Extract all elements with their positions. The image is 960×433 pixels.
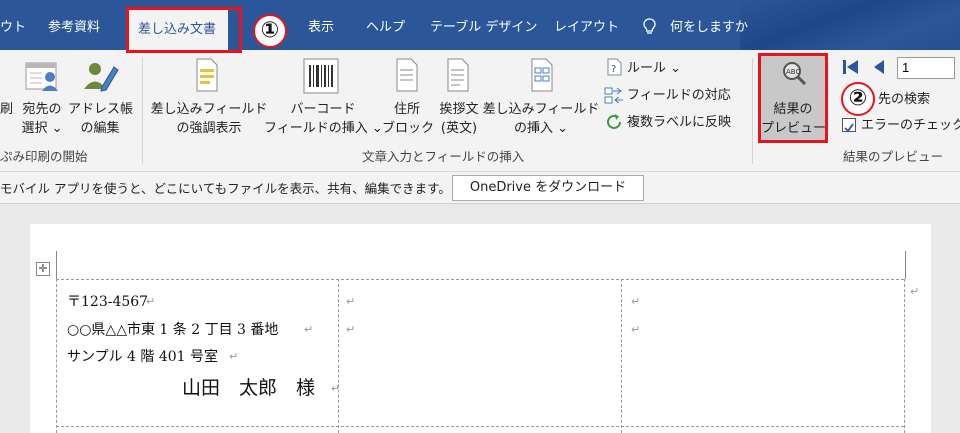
paragraph-mark: ↵ xyxy=(346,295,356,308)
highlight-merge-fields-button[interactable]: 差し込みフィールド xyxy=(150,100,268,119)
paragraph-mark: ↵ xyxy=(229,350,239,363)
greeting-line-button[interactable]: 挨拶文 xyxy=(432,100,486,119)
svg-text:ABC: ABC xyxy=(786,68,800,76)
rules-icon: ? xyxy=(607,58,622,76)
lightbulb-icon xyxy=(643,18,656,34)
preview-magnifier-icon: ABC xyxy=(783,62,807,85)
match-fields-icon xyxy=(604,87,623,104)
address-line-2: サンプル 4 階 401 号室 xyxy=(67,349,219,365)
tell-me-search[interactable]: 何をしますか xyxy=(670,0,748,50)
ribbon-separator xyxy=(142,58,143,164)
address-line-1: ○○県△△市東 1 条 2 丁目 3 番地 xyxy=(67,322,279,338)
svg-text:?: ? xyxy=(611,64,616,75)
page-margin-marker xyxy=(56,251,57,279)
tab-table-design[interactable]: テーブル デザイン xyxy=(430,0,537,50)
insert-merge-field-label[interactable]: の挿入 ⌄ xyxy=(482,119,600,138)
address-block-icon xyxy=(396,58,418,92)
find-recipient-button[interactable]: 先の検索 xyxy=(878,90,930,109)
ribbon-tab-bar: ウト 参考資料 差し込み文書 表示 ヘルプ テーブル デザイン レイアウト 何を… xyxy=(0,0,960,50)
tab-mailings[interactable]: 差し込み文書 xyxy=(126,7,229,50)
table-border-right xyxy=(904,279,905,433)
preview-results-label-2[interactable]: プレビュー xyxy=(761,119,826,138)
table-border-row xyxy=(56,426,904,427)
edit-address-book-label[interactable]: の編集 xyxy=(68,119,132,138)
check-errors-button[interactable]: エラーのチェック xyxy=(861,116,960,135)
greeting-line-icon xyxy=(447,58,469,92)
edit-address-book-button[interactable]: アドレス帳 xyxy=(68,100,133,119)
download-onedrive-button[interactable]: OneDrive をダウンロード xyxy=(452,175,644,201)
tab-table-layout[interactable]: レイアウト xyxy=(554,0,619,50)
recipient-name: 山田 太郎 様 xyxy=(182,377,316,399)
barcode-icon xyxy=(303,58,339,94)
tab-view[interactable]: 表示 xyxy=(308,0,334,50)
preview-results-button[interactable]: ABC 結果の プレビュー xyxy=(758,53,828,143)
page-margin-marker xyxy=(905,251,906,279)
tab-layout-partial[interactable]: ウト xyxy=(0,0,26,50)
update-labels-button[interactable]: 複数ラベルに反映 xyxy=(627,113,731,132)
highlight-fields-icon xyxy=(196,58,218,92)
insert-barcode-button[interactable]: バーコード xyxy=(264,100,382,119)
insert-merge-field-button[interactable]: 差し込みフィールド xyxy=(482,100,600,119)
rules-button[interactable]: ルール ⌄ xyxy=(627,59,681,78)
callout-step-2: ② xyxy=(841,82,875,116)
insert-merge-field-icon xyxy=(531,58,553,92)
insert-barcode-label[interactable]: フィールドの挿入 ⌄ xyxy=(264,119,383,138)
paragraph-mark: ↵ xyxy=(146,295,156,308)
tab-help[interactable]: ヘルプ xyxy=(366,0,405,50)
address-book-edit-icon xyxy=(84,63,119,92)
paragraph-mark: ↵ xyxy=(631,295,641,308)
table-border-col xyxy=(621,279,622,433)
select-recipients-button[interactable]: 宛先の xyxy=(20,100,64,119)
paragraph-mark: ↵ xyxy=(631,323,641,336)
table-move-handle-icon[interactable]: ✛ xyxy=(36,262,50,276)
paragraph-mark: ↵ xyxy=(346,323,356,336)
ribbon-separator xyxy=(752,58,753,164)
write-insert-group-label: 文章入力とフィールドの挿入 xyxy=(362,149,525,164)
tab-references[interactable]: 参考資料 xyxy=(48,0,100,50)
address-block-label[interactable]: ブロック xyxy=(382,119,434,138)
callout-step-1: ① xyxy=(253,14,287,48)
address-block-button[interactable]: 住所 xyxy=(382,100,432,119)
start-merge-group-label: ぷみ印刷の開始 xyxy=(0,149,88,164)
record-number-input[interactable]: 1 xyxy=(897,57,955,79)
print-button-label[interactable]: 刷 xyxy=(0,100,13,119)
table-border-col xyxy=(338,279,339,433)
table-border-left xyxy=(56,279,57,433)
previous-record-icon[interactable] xyxy=(872,59,886,75)
preview-results-group-label: 結果のプレビュー xyxy=(843,149,944,164)
preview-results-label-1[interactable]: 結果の xyxy=(761,100,825,119)
info-bar: モバイル アプリを使うと、どこにいてもファイルを表示、共有、編集できます。 On… xyxy=(0,172,960,204)
postal-code: 〒123-4567 xyxy=(67,294,149,310)
paragraph-mark: ↵ xyxy=(304,323,314,336)
recipients-icon xyxy=(25,62,58,91)
paragraph-mark: ↵ xyxy=(910,285,920,298)
highlight-merge-fields-label[interactable]: の強調表示 xyxy=(150,119,268,138)
update-labels-icon xyxy=(607,114,621,129)
info-bar-message: モバイル アプリを使うと、どこにいてもファイルを表示、共有、編集できます。 xyxy=(0,181,451,196)
select-recipients-label[interactable]: 選択 ⌄ xyxy=(20,119,64,138)
error-check-icon xyxy=(842,118,856,133)
paragraph-mark: ↵ xyxy=(331,382,341,395)
table-border-top xyxy=(56,279,904,280)
greeting-line-label[interactable]: (英文) xyxy=(432,119,486,138)
match-fields-button[interactable]: フィールドの対応 xyxy=(627,86,731,105)
first-record-icon[interactable] xyxy=(842,59,860,75)
